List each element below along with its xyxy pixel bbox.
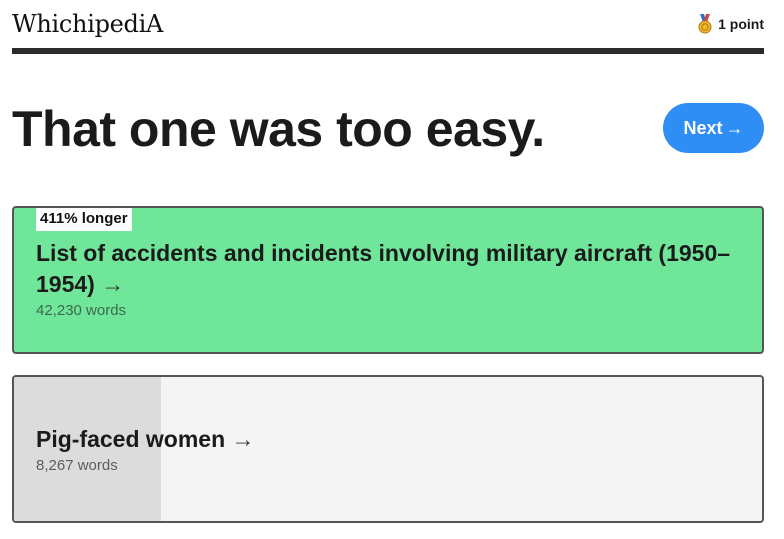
card-content: List of accidents and incidents involvin… [36, 238, 736, 321]
article-title: Pig-faced women → [36, 424, 736, 455]
points-display: 1 point [696, 14, 764, 34]
result-title: That one was too easy. [12, 101, 545, 157]
medal-icon [696, 14, 714, 34]
card-content: Pig-faced women → 8,267 words [36, 424, 736, 476]
article-title: List of accidents and incidents involvin… [36, 238, 736, 300]
next-button[interactable]: Next → [663, 103, 764, 153]
next-button-label: Next [683, 117, 723, 138]
arrow-right-icon: → [101, 271, 125, 297]
article-title-text: Pig-faced women [36, 426, 226, 452]
word-count: 42,230 words [36, 302, 127, 319]
logo[interactable]: WhichipediA [12, 10, 163, 38]
header-divider [12, 48, 764, 54]
word-count: 8,267 words [36, 457, 118, 474]
length-difference-badge: 411% longer [36, 208, 132, 231]
article-card-shorter[interactable]: Pig-faced women → 8,267 words [12, 375, 764, 523]
article-title-text: List of accidents and incidents involvin… [36, 240, 731, 297]
points-label: 1 point [718, 16, 764, 32]
arrow-right-icon: → [725, 117, 744, 138]
arrow-right-icon: → [231, 426, 255, 452]
article-card-longer[interactable]: 411% longer List of accidents and incide… [12, 206, 764, 354]
